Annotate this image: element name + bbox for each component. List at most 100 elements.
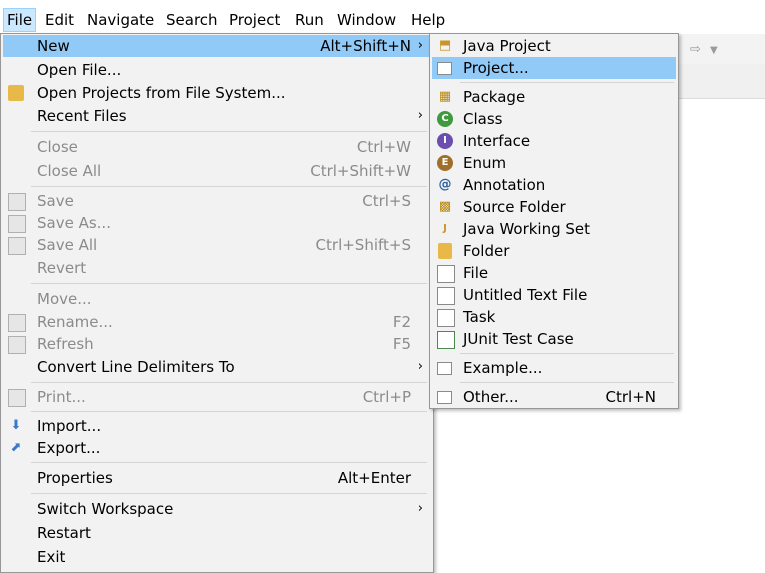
menu-item-label: Java Working Set [463,220,591,238]
menu-item-label: Task [463,308,496,326]
menu-item-label: Interface [463,132,531,150]
text-file-icon [437,287,455,305]
enum-icon: E [437,155,453,171]
menu-item-save[interactable]: Save Ctrl+S [3,190,431,212]
menu-item-enum[interactable]: E Enum [432,152,676,174]
menu-item-label: Convert Line Delimiters To [37,358,235,376]
menu-item-label: File [463,264,489,282]
menu-item-new[interactable]: New Alt+Shift+N › [3,35,431,57]
print-icon [8,389,26,407]
menu-item-recent-files[interactable]: Recent Files › [3,105,431,127]
menu-separator [31,462,427,463]
submenu-arrow-icon: › [417,359,423,374]
export-icon: ⬈ [10,440,22,455]
source-folder-icon: ▩ [438,199,452,214]
menu-item-close-all[interactable]: Close All Ctrl+Shift+W [3,160,431,182]
menu-separator [31,411,427,412]
menu-item-junit-test-case[interactable]: JUnit Test Case [432,328,676,350]
menu-item-rename[interactable]: Rename... F2 [3,311,431,333]
menu-item-example[interactable]: Example... [432,357,676,379]
interface-icon: I [437,133,453,149]
menu-item-export[interactable]: ⬈ Export... [3,437,431,459]
menu-item-label: Package [463,88,526,106]
menu-item-java-project[interactable]: ⬒ Java Project [432,35,676,57]
menu-item-package[interactable]: ▦ Package [432,86,676,108]
rename-icon [8,314,26,332]
menu-item-exit[interactable]: Exit [3,546,431,568]
java-project-icon: ⬒ [438,38,452,53]
save-icon [8,193,26,211]
menu-item-label: Switch Workspace [37,500,174,518]
menu-item-other[interactable]: Other... Ctrl+N [432,386,676,408]
task-icon [437,309,455,327]
menu-item-refresh[interactable]: Refresh F5 [3,333,431,355]
menu-item-label: Save As... [37,214,111,232]
menu-item-revert[interactable]: Revert [3,257,431,279]
menu-item-project[interactable]: Project... [432,57,676,79]
menu-item-save-all[interactable]: Save All Ctrl+Shift+S [3,234,431,256]
menu-item-label: New [37,37,70,55]
menu-item-label: Example... [463,359,543,377]
menu-edit[interactable]: Edit [42,9,77,31]
shortcut-label: Alt+Shift+N [320,37,411,55]
menu-file[interactable]: File [3,8,37,32]
menu-item-open-file[interactable]: Open File... [3,59,431,81]
menu-separator [460,82,674,83]
menu-item-label: Move... [37,290,92,308]
menu-item-annotation[interactable]: @ Annotation [432,174,676,196]
menu-item-task[interactable]: Task [432,306,676,328]
menu-item-label: Source Folder [463,198,566,216]
menu-item-label: Save [37,192,74,210]
shortcut-label: Ctrl+S [362,192,411,210]
file-icon [437,265,455,283]
menu-item-close[interactable]: Close Ctrl+W [3,136,431,158]
shortcut-label: Alt+Enter [337,469,411,487]
submenu-arrow-icon: › [417,38,423,53]
menu-item-label: Revert [37,259,87,277]
menu-project[interactable]: Project [226,9,283,31]
menu-item-label: Export... [37,439,101,457]
menu-item-label: Untitled Text File [463,286,588,304]
menu-item-folder[interactable]: Folder [432,240,676,262]
menu-separator [460,382,674,383]
menu-item-switch-workspace[interactable]: Switch Workspace › [3,498,431,520]
forward-arrow-icon[interactable]: ⇨ [690,42,701,57]
menu-item-label: Close [37,138,78,156]
menu-item-label: Enum [463,154,507,172]
menu-item-interface[interactable]: I Interface [432,130,676,152]
menu-help[interactable]: Help [408,9,448,31]
chevron-down-icon[interactable]: ▼ [710,45,718,56]
menu-item-print[interactable]: Print... Ctrl+P [3,386,431,408]
menu-separator [31,283,427,284]
shortcut-label: F5 [392,335,411,353]
menu-search[interactable]: Search [163,9,221,31]
save-all-icon [8,237,26,255]
menu-item-move[interactable]: Move... [3,288,431,310]
menu-item-label: Open Projects from File System... [37,84,286,102]
menu-item-file[interactable]: File [432,262,676,284]
menu-separator [31,493,427,494]
panel-header-remnant [678,64,765,99]
menu-window[interactable]: Window [334,9,399,31]
menu-item-label: Annotation [463,176,546,194]
menu-run[interactable]: Run [292,9,327,31]
menu-navigate[interactable]: Navigate [84,9,157,31]
menu-item-source-folder[interactable]: ▩ Source Folder [432,196,676,218]
menu-item-import[interactable]: ⬇ Import... [3,415,431,437]
menu-item-convert-line-delimiters[interactable]: Convert Line Delimiters To › [3,356,431,378]
junit-icon [437,331,455,349]
folder-icon [438,243,452,259]
menu-item-restart[interactable]: Restart [3,522,431,544]
menu-item-properties[interactable]: Properties Alt+Enter [3,467,431,489]
menu-item-label: Project... [463,59,529,77]
folder-icon [8,85,24,101]
menu-item-save-as[interactable]: Save As... [3,212,431,234]
shortcut-label: Ctrl+P [362,388,411,406]
menu-item-java-working-set[interactable]: J Java Working Set [432,218,676,240]
shortcut-label: Ctrl+W [356,138,411,156]
refresh-icon [8,336,26,354]
menu-item-class[interactable]: C Class [432,108,676,130]
menu-item-open-projects[interactable]: Open Projects from File System... [3,82,431,104]
menu-item-untitled-text-file[interactable]: Untitled Text File [432,284,676,306]
shortcut-label: Ctrl+N [605,388,656,406]
